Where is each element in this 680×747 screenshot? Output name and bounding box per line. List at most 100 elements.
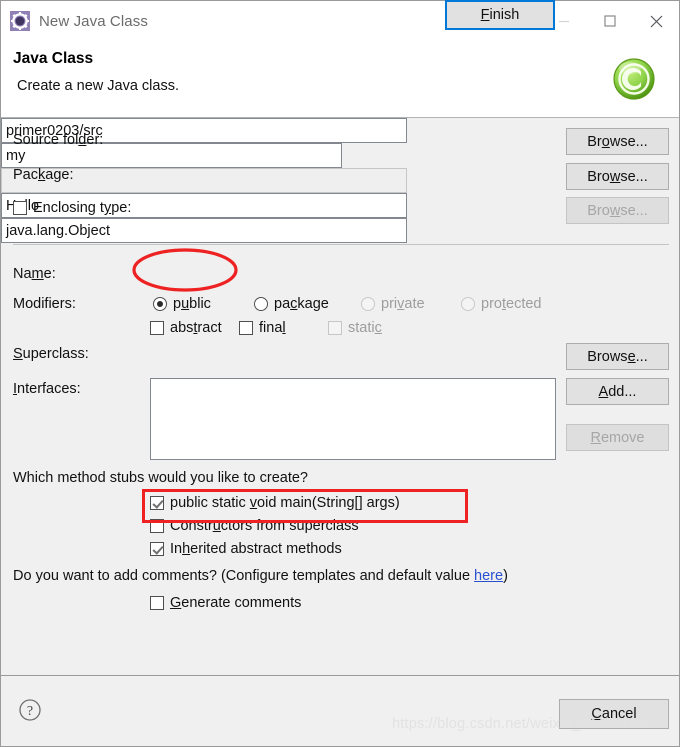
cancel-button[interactable]: Cancel <box>559 699 669 729</box>
window-title: New Java Class <box>39 12 148 30</box>
modifier-radio-public[interactable]: public <box>153 296 211 312</box>
modifier-check-abstract[interactable]: abstract <box>150 320 222 336</box>
radio-label-pre: pri <box>381 296 398 312</box>
btn-text-m: F <box>480 7 490 23</box>
stub-label-pre: Constr <box>170 518 213 534</box>
interfaces-add-button[interactable]: Add... <box>566 378 669 405</box>
main-method-stub[interactable]: public static void main(String[] args) <box>150 495 400 511</box>
stub-label-post: oid main(String[] args) <box>257 495 400 511</box>
name-label-pre: Na <box>13 266 32 282</box>
btn-text-b: ... <box>635 348 648 365</box>
btn-text-b: wse... <box>609 133 648 150</box>
generate-comments-row[interactable]: Generate comments <box>150 595 301 611</box>
source-folder-label: Source folder: <box>13 132 103 148</box>
enclosing-type-row[interactable]: Enclosing type: <box>13 200 131 216</box>
btn-text-b: emove <box>600 429 645 446</box>
stub-label-post: ctors from superclass <box>220 518 359 534</box>
superclass-browse-button[interactable]: Browse... <box>566 343 669 370</box>
radio-label-post: ected <box>506 296 542 312</box>
modifier-radio-protected: protected <box>461 296 541 312</box>
inherited-abstract-stub[interactable]: Inherited abstract methods <box>150 541 342 557</box>
finish-button[interactable]: Finish <box>445 0 555 30</box>
check-label-mnemonic: l <box>282 320 286 336</box>
btn-text-m: C <box>591 706 602 722</box>
modifiers-label: Modifiers: <box>13 296 76 312</box>
protected-radio <box>461 297 475 311</box>
method-stubs-question-text: Which method stubs would you like to cre… <box>13 470 308 486</box>
name-label: Name: <box>13 266 56 282</box>
comments-question-pre: Do you want to add comments? (Configure … <box>13 568 475 584</box>
dialog-footer: ? Finish Cancel <box>1 0 679 746</box>
new-java-class-dialog: New Java Class Java Class Create a new J… <box>0 0 680 747</box>
modifier-check-final[interactable]: final <box>239 320 286 336</box>
btn-text-a: Bro <box>587 202 610 219</box>
stub-label-pre: In <box>170 541 183 557</box>
title-bar: New Java Class <box>1 1 679 41</box>
question-mark-icon[interactable]: ? <box>18 698 42 722</box>
static-checkbox <box>328 321 342 335</box>
modifier-check-static: static <box>328 320 382 336</box>
main-method-checkbox[interactable] <box>150 496 164 510</box>
method-stubs-question: Which method stubs would you like to cre… <box>13 470 308 486</box>
radio-label-post: ate <box>404 296 425 312</box>
superclass-input[interactable]: java.lang.Object <box>1 218 407 243</box>
generate-comments-mnemonic: G <box>170 595 182 611</box>
btn-text-m: w <box>609 168 621 185</box>
interfaces-listbox[interactable] <box>150 378 556 460</box>
package-label-pre: Pac <box>13 167 38 183</box>
private-radio <box>361 297 375 311</box>
interfaces-label-post: nterfaces: <box>17 381 81 397</box>
java-class-badge-icon <box>612 57 656 101</box>
maximize-button[interactable] <box>587 1 633 41</box>
source-folder-label-pre: Source fol <box>13 132 79 148</box>
check-label-pre: fina <box>259 320 283 336</box>
inherited-abstract-checkbox[interactable] <box>150 542 164 556</box>
modifier-radio-private: private <box>361 296 425 312</box>
public-radio[interactable] <box>153 297 167 311</box>
radio-label-pre: p <box>173 296 182 312</box>
check-label-pre: abs <box>170 320 194 336</box>
enclosing-type-checkbox[interactable] <box>13 201 27 215</box>
btn-text-m: e <box>627 348 636 365</box>
btn-text-m: A <box>598 383 609 400</box>
btn-text-b: ancel <box>601 706 637 722</box>
generate-comments-checkbox[interactable] <box>150 596 164 610</box>
package-label-post: age: <box>45 167 74 183</box>
name-label-mnemonic: m <box>31 266 44 282</box>
wizard-header: Java Class Create a new Java class. <box>1 41 679 118</box>
package-radio[interactable] <box>254 297 268 311</box>
btn-text-m: R <box>590 429 601 446</box>
configure-templates-link[interactable]: here <box>474 568 503 584</box>
stub-label-mnemonic: v <box>249 495 258 511</box>
page-title: Java Class <box>13 50 94 67</box>
constructors-stub[interactable]: Constructors from superclass <box>150 518 359 534</box>
source-folder-browse-button[interactable]: Browse... <box>566 128 669 155</box>
package-label: Package: <box>13 167 73 183</box>
package-browse-button[interactable]: Browse... <box>566 163 669 190</box>
window-controls <box>541 1 679 41</box>
svg-text:?: ? <box>27 704 33 719</box>
dialog-body: Source folder: primer0203/src Browse... … <box>1 118 679 675</box>
constructors-checkbox[interactable] <box>150 519 164 533</box>
source-folder-label-post: er: <box>86 132 104 148</box>
radio-label-mnemonic: u <box>181 296 190 312</box>
modifier-radio-package[interactable]: package <box>254 296 329 312</box>
enclosing-type-label-post: pe: <box>111 200 132 216</box>
stub-label-pre: public static <box>170 495 250 511</box>
enclosing-type-browse-button: Browse... <box>566 197 669 224</box>
check-label-pre: stati <box>348 320 375 336</box>
superclass-label: Superclass: <box>13 346 89 362</box>
separator-top <box>13 244 669 245</box>
close-button[interactable] <box>633 1 679 41</box>
java-class-wizard-icon <box>10 11 30 31</box>
abstract-checkbox[interactable] <box>150 321 164 335</box>
stub-label-post: erited abstract methods <box>190 541 342 557</box>
btn-text-b: inish <box>489 7 520 23</box>
radio-label-pre: pro <box>481 296 502 312</box>
annotation-ellipse-name-field <box>130 246 240 294</box>
check-label-post: ract <box>197 320 222 336</box>
btn-text-a: Brows <box>587 348 628 365</box>
interfaces-label: Interfaces: <box>13 381 81 397</box>
final-checkbox[interactable] <box>239 321 253 335</box>
radio-label-post: blic <box>189 296 211 312</box>
